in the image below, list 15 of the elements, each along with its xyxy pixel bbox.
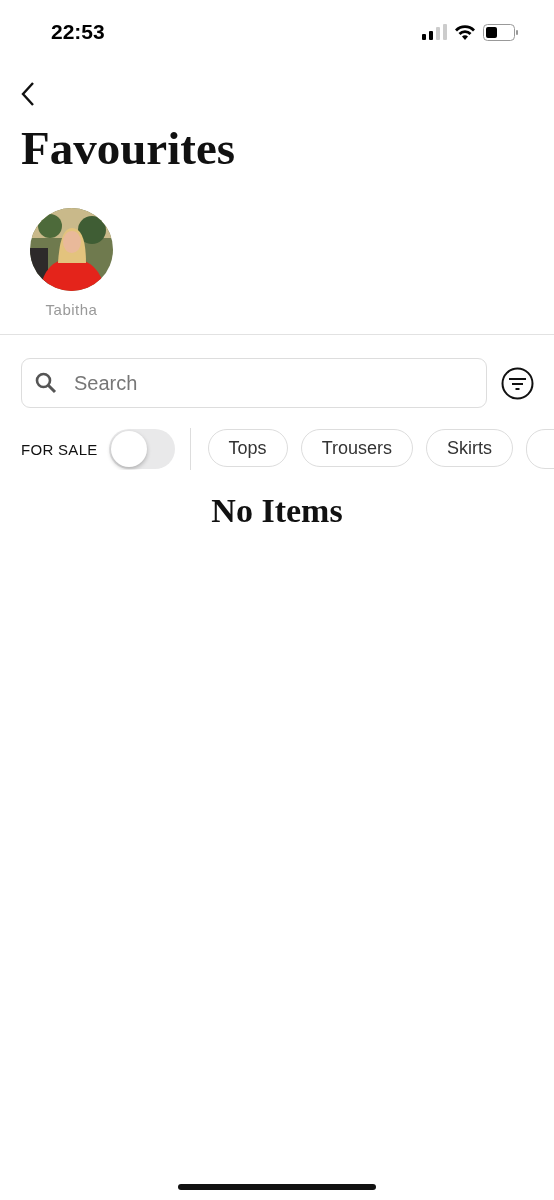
for-sale-toggle[interactable]: [108, 429, 175, 469]
wifi-icon: [454, 24, 476, 40]
filter-icon[interactable]: [501, 366, 534, 400]
search-field[interactable]: Search: [21, 358, 487, 408]
person-name: Tabitha: [45, 301, 98, 318]
category-chip[interactable]: Skirts: [426, 429, 513, 467]
search-icon: [35, 372, 57, 394]
battery-icon: [483, 23, 518, 41]
status-time: 22:53: [51, 20, 105, 44]
empty-message: No Items: [210, 492, 344, 530]
for-sale-label: FOR SALE: [21, 440, 98, 458]
category-chip[interactable]: Trousers: [300, 429, 413, 467]
category-chip[interactable]: Tops: [207, 429, 288, 467]
page-title: Favourites: [21, 121, 237, 176]
signal-icon: [422, 24, 447, 40]
